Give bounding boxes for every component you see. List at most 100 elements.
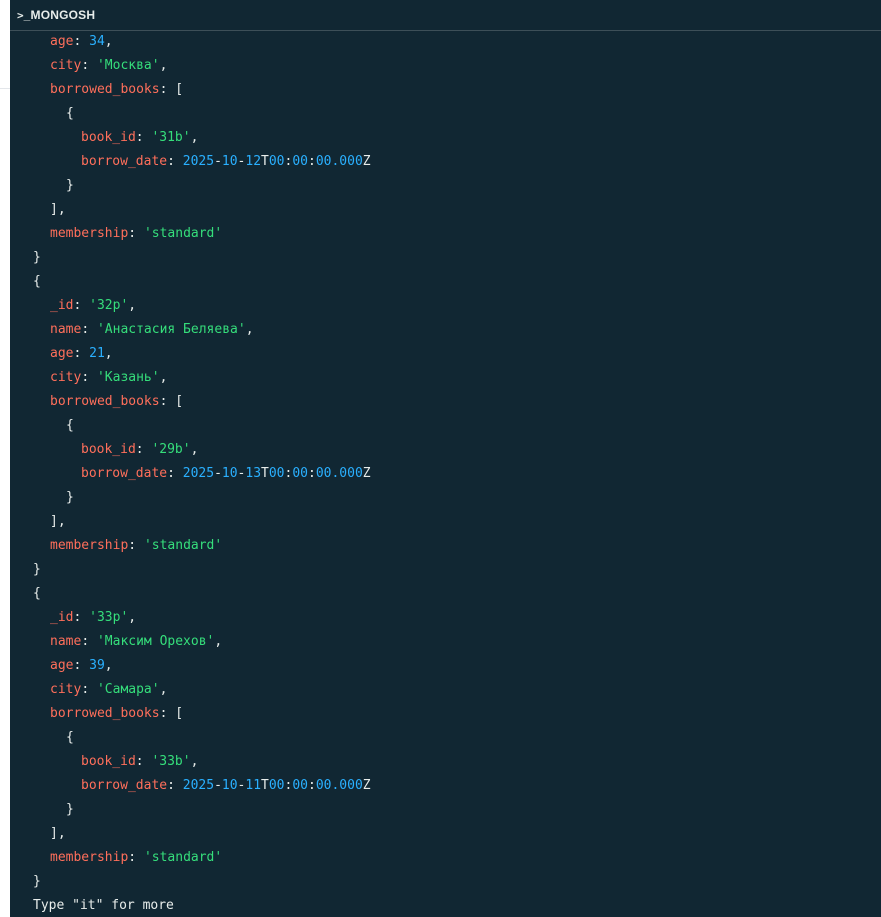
- field-colon: :: [135, 130, 152, 145]
- field-key: membership: [50, 850, 129, 865]
- field-value: 'Анастасия Беляева': [96, 322, 246, 337]
- date-second: 00.000: [315, 154, 363, 169]
- date-month: 10: [221, 154, 238, 169]
- date-sep: :: [308, 778, 316, 793]
- field-colon: :: [81, 634, 97, 649]
- field-line: borrow_date: 2025-10-11T00:00:00.000Z: [10, 774, 881, 798]
- field-comma: ,: [159, 682, 168, 697]
- field-colon: :: [81, 322, 97, 337]
- field-colon: :: [128, 538, 144, 553]
- field-key: book_id: [81, 754, 136, 769]
- date-month: 10: [221, 778, 238, 793]
- bracket-line: }: [10, 870, 881, 894]
- bracket-line: {: [10, 102, 881, 126]
- bracket: {: [66, 106, 74, 121]
- left-strip: [0, 0, 10, 917]
- field-line: borrowed_books: [: [10, 78, 881, 102]
- bracket-line: {: [10, 270, 881, 294]
- date-day: 13: [245, 466, 262, 481]
- field-line: city: 'Самара',: [10, 678, 881, 702]
- date-sep: -: [214, 154, 222, 169]
- bracket-line: }: [10, 486, 881, 510]
- date-year: 2025: [182, 466, 215, 481]
- field-key: borrow_date: [81, 466, 168, 481]
- field-comma: ,: [190, 130, 199, 145]
- bracket: ],: [50, 514, 66, 529]
- field-line: membership: 'standard': [10, 534, 881, 558]
- field-key: _id: [50, 610, 74, 625]
- field-key: age: [50, 34, 74, 49]
- field-colon: :: [128, 226, 144, 241]
- field-line: borrow_date: 2025-10-12T00:00:00.000Z: [10, 150, 881, 174]
- field-colon: :: [167, 778, 183, 793]
- field-comma: ,: [159, 370, 168, 385]
- field-colon: :: [81, 682, 97, 697]
- bracket: }: [66, 490, 74, 505]
- field-line: city: 'Казань',: [10, 366, 881, 390]
- field-value: 21: [89, 346, 105, 361]
- date-sep: -: [214, 466, 222, 481]
- field-line: book_id: '31b',: [10, 126, 881, 150]
- date-sep: T: [261, 778, 269, 793]
- date-hour: 00: [268, 466, 285, 481]
- field-value: 'standard': [143, 226, 223, 241]
- field-comma: ,: [104, 346, 113, 361]
- field-value: 34: [89, 34, 105, 49]
- date-sep: T: [261, 154, 269, 169]
- field-colon: :: [73, 658, 90, 673]
- field-line: book_id: '29b',: [10, 438, 881, 462]
- field-value: '33p': [89, 610, 129, 625]
- field-line: name: 'Максим Орехов',: [10, 630, 881, 654]
- field-value: 'standard': [143, 538, 223, 553]
- field-value: 'Самара': [96, 682, 160, 697]
- bracket-line: {: [10, 414, 881, 438]
- bracket-line: }: [10, 798, 881, 822]
- bracket: ],: [50, 826, 66, 841]
- field-line: age: 21,: [10, 342, 881, 366]
- date-minute: 00: [292, 154, 308, 169]
- field-key: membership: [50, 226, 129, 241]
- field-key: name: [50, 322, 82, 337]
- bracket: {: [66, 418, 74, 433]
- bracket: }: [33, 874, 41, 889]
- field-key: borrow_date: [81, 778, 168, 793]
- bracket: }: [66, 802, 74, 817]
- field-line: membership: 'standard': [10, 846, 881, 870]
- date-zone: Z: [362, 466, 371, 481]
- field-key: city: [50, 58, 82, 73]
- field-colon: : [: [159, 82, 184, 97]
- bracket: }: [33, 250, 41, 265]
- footer-hint: Type "it" for more: [10, 894, 881, 917]
- field-colon: :: [167, 466, 183, 481]
- shell-output[interactable]: age: 34, city: 'Москва', borrowed_books: […: [10, 30, 881, 917]
- field-key: city: [50, 682, 82, 697]
- field-comma: ,: [104, 658, 113, 673]
- field-line: age: 39,: [10, 654, 881, 678]
- date-second: 00.000: [315, 466, 363, 481]
- field-colon: : [: [159, 706, 184, 721]
- date-year: 2025: [182, 778, 215, 793]
- date-sep: :: [308, 466, 316, 481]
- bracket-line: {: [10, 582, 881, 606]
- field-value: '29b': [151, 442, 191, 457]
- bracket-line: ],: [10, 198, 881, 222]
- field-line: name: 'Анастасия Беляева',: [10, 318, 881, 342]
- field-key: _id: [50, 298, 74, 313]
- field-colon: :: [81, 370, 97, 385]
- field-colon: :: [73, 298, 90, 313]
- field-colon: :: [73, 610, 90, 625]
- date-hour: 00: [268, 154, 285, 169]
- date-minute: 00: [292, 466, 308, 481]
- field-value: '31b': [151, 130, 191, 145]
- field-value: 39: [89, 658, 105, 673]
- field-key: membership: [50, 538, 129, 553]
- field-line: age: 34,: [10, 30, 881, 54]
- bracket-line: ],: [10, 510, 881, 534]
- date-sep: T: [261, 466, 269, 481]
- field-line: borrowed_books: [: [10, 702, 881, 726]
- bracket: {: [33, 586, 41, 601]
- mongosh-panel[interactable]: > _MONGOSH age: 34, city: 'Москва', borrow…: [10, 0, 881, 917]
- field-line: book_id: '33b',: [10, 750, 881, 774]
- field-colon: :: [73, 346, 90, 361]
- field-line: _id: '32p',: [10, 294, 881, 318]
